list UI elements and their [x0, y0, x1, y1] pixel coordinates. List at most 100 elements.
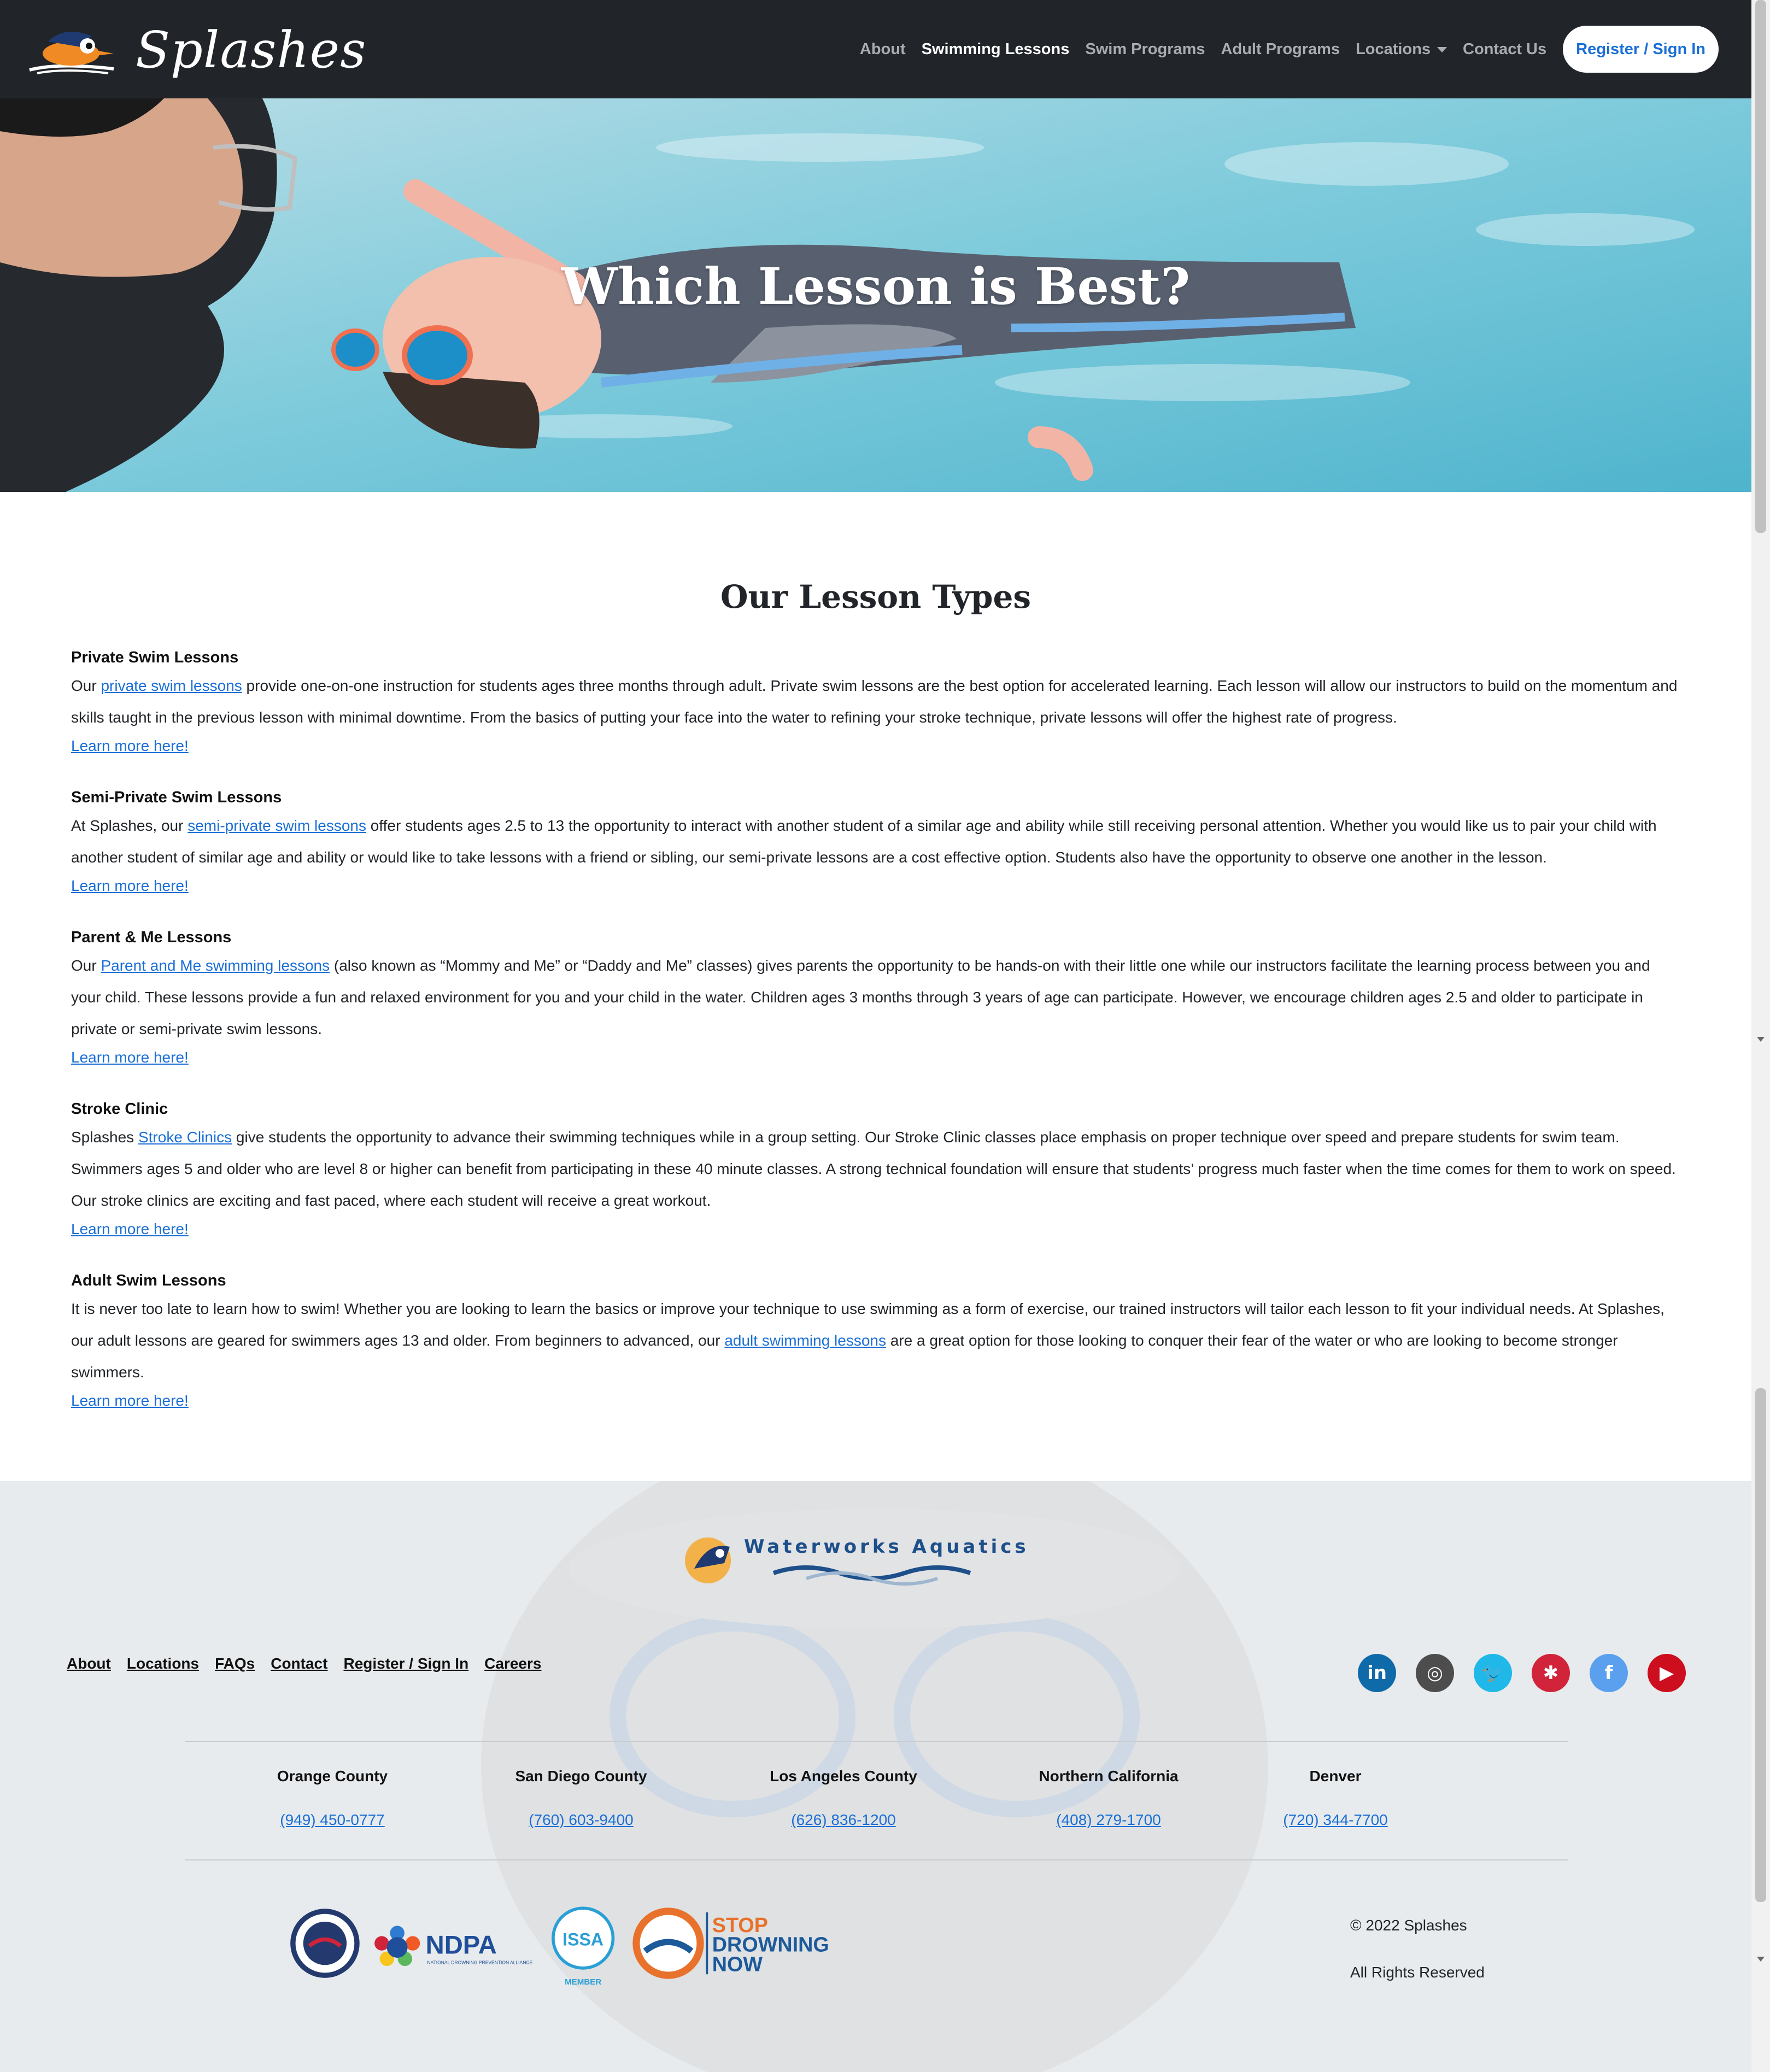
scrollbar-thumb[interactable] — [1755, 0, 1766, 533]
register-sign-in-button[interactable]: Register / Sign In — [1563, 26, 1719, 73]
facebook-icon[interactable]: f — [1590, 1654, 1628, 1692]
county-phone-link[interactable]: (626) 836-1200 — [764, 1809, 923, 1831]
learn-more-link[interactable]: Learn more here! — [71, 873, 1684, 899]
rights-text: All Rights Reserved — [1350, 1964, 1485, 1981]
lesson-description: Our private swim lessons provide one-on-… — [71, 670, 1684, 733]
county-orange: Orange County (949) 450-0777 — [272, 1765, 392, 1831]
lesson-inline-link[interactable]: semi-private swim lessons — [187, 817, 366, 834]
county-name: Orange County — [277, 1768, 388, 1785]
county-phone-link[interactable]: (720) 344-7700 — [1278, 1809, 1393, 1831]
youtube-icon[interactable]: ▶ — [1648, 1654, 1686, 1692]
footer-link-faqs[interactable]: FAQs — [215, 1655, 255, 1672]
lesson-text: Splashes — [71, 1129, 138, 1146]
now-text: NOW — [712, 1953, 763, 1976]
lesson-private: Private Swim Lessons Our private swim le… — [71, 645, 1684, 759]
county-phone-link[interactable]: (949) 450-0777 — [272, 1809, 392, 1831]
ndpa-subtext: NATIONAL DROWNING PREVENTION ALLIANCE — [427, 1959, 532, 1965]
hero-title: Which Lesson is Best? — [561, 257, 1191, 316]
divider — [185, 1859, 1568, 1860]
navbar: Splashes About Swimming Lessons Swim Pro… — [0, 0, 1751, 98]
footer-link-about[interactable]: About — [67, 1655, 111, 1672]
issa-member-text: MEMBER — [565, 1977, 601, 1987]
footer: Waterworks Aquatics About Locations FAQs… — [0, 1481, 1751, 2072]
county-denver: Denver (720) 344-7700 — [1278, 1765, 1393, 1831]
footer-link-locations[interactable]: Locations — [127, 1655, 199, 1672]
learn-more-link[interactable]: Learn more here! — [71, 1388, 1684, 1413]
lesson-title: Parent & Me Lessons — [71, 929, 232, 946]
nav-locations-dropdown[interactable]: Locations — [1356, 40, 1447, 58]
lesson-text: Our — [71, 677, 101, 694]
lesson-title: Adult Swim Lessons — [71, 1272, 226, 1289]
hero-banner: Which Lesson is Best? — [0, 98, 1751, 492]
linkedin-icon[interactable]: in — [1358, 1654, 1396, 1692]
learn-more-link[interactable]: Learn more here! — [71, 1217, 1684, 1242]
twitter-icon[interactable]: 🐦 — [1474, 1654, 1512, 1692]
scrollbar[interactable] — [1751, 0, 1770, 2072]
county-name: Denver — [1309, 1768, 1362, 1785]
nav-about[interactable]: About — [860, 40, 906, 58]
brand-name: Splashes — [136, 20, 367, 79]
lesson-text: give students the opportunity to advance… — [71, 1129, 1676, 1209]
lesson-stroke-clinic: Stroke Clinic Splashes Stroke Clinics gi… — [71, 1096, 1684, 1242]
county-phone-link[interactable]: (760) 603-9400 — [513, 1809, 649, 1831]
nav-swim-programs[interactable]: Swim Programs — [1085, 40, 1205, 58]
nav-adult-programs[interactable]: Adult Programs — [1221, 40, 1340, 58]
certification-badges: NDPA NATIONAL DROWNING PREVENTION ALLIAN… — [290, 1906, 829, 1987]
issa-text: ISSA — [562, 1929, 603, 1949]
chevron-down-icon — [1437, 46, 1447, 52]
page: Splashes About Swimming Lessons Swim Pro… — [0, 0, 1751, 2072]
section-title: Our Lesson Types — [720, 578, 1031, 616]
footer-link-careers[interactable]: Careers — [484, 1655, 541, 1672]
lesson-list: Private Swim Lessons Our private swim le… — [71, 645, 1684, 1440]
lesson-inline-link[interactable]: Parent and Me swimming lessons — [101, 957, 330, 974]
us-swim-school-association-badge — [290, 1909, 360, 1978]
nav-locations-label: Locations — [1356, 40, 1431, 58]
lesson-text: Our — [71, 957, 101, 974]
lesson-description: It is never too late to learn how to swi… — [71, 1293, 1684, 1388]
lesson-description: Splashes Stroke Clinics give students th… — [71, 1122, 1684, 1217]
lesson-semi-private: Semi-Private Swim Lessons At Splashes, o… — [71, 785, 1684, 899]
lesson-title: Semi-Private Swim Lessons — [71, 789, 282, 806]
lesson-text: At Splashes, our — [71, 817, 188, 834]
waterworks-aquatics-logo: Waterworks Aquatics — [681, 1530, 1063, 1590]
scroll-down-arrow-icon[interactable] — [1757, 1037, 1765, 1042]
nav-swimming-lessons[interactable]: Swimming Lessons — [922, 40, 1070, 58]
lesson-inline-link[interactable]: private swim lessons — [101, 677, 242, 694]
ndpa-badge: NDPA NATIONAL DROWNING PREVENTION ALLIAN… — [374, 1926, 532, 1967]
main-nav: About Swimming Lessons Swim Programs Adu… — [844, 25, 1719, 73]
lesson-parent-me: Parent & Me Lessons Our Parent and Me sw… — [71, 925, 1684, 1070]
penguin-mascot-icon — [29, 32, 114, 74]
copyright-block: © 2022 Splashes All Rights Reserved — [1350, 1902, 1485, 1996]
lesson-inline-link[interactable]: adult swimming lessons — [724, 1332, 886, 1349]
partner-logo-text: Waterworks Aquatics — [744, 1536, 1029, 1558]
instagram-icon[interactable]: ◎ — [1416, 1654, 1454, 1692]
lesson-text: provide one-on-one instruction for stude… — [71, 677, 1678, 726]
lesson-title: Stroke Clinic — [71, 1100, 168, 1118]
yelp-icon[interactable]: ✱ — [1532, 1654, 1570, 1692]
footer-link-register[interactable]: Register / Sign In — [343, 1655, 468, 1672]
county-los-angeles: Los Angeles County (626) 836-1200 — [764, 1765, 923, 1831]
county-phone-link[interactable]: (408) 279-1700 — [1032, 1809, 1185, 1831]
county-name: San Diego County — [515, 1768, 647, 1785]
nav-contact-us[interactable]: Contact Us — [1463, 40, 1546, 58]
social-links: in ◎ 🐦 ✱ f ▶ — [1338, 1654, 1686, 1692]
footer-link-contact[interactable]: Contact — [271, 1655, 327, 1672]
county-northern-california: Northern California (408) 279-1700 — [1032, 1765, 1185, 1831]
county-san-diego: San Diego County (760) 603-9400 — [513, 1765, 649, 1831]
learn-more-link[interactable]: Learn more here! — [71, 733, 1684, 759]
ndpa-text: NDPA — [426, 1930, 497, 1959]
lesson-inline-link[interactable]: Stroke Clinics — [138, 1129, 232, 1146]
issa-member-badge: ISSA MEMBER — [552, 1906, 615, 1987]
lesson-description: At Splashes, our semi-private swim lesso… — [71, 810, 1684, 873]
learn-more-link[interactable]: Learn more here! — [71, 1045, 1684, 1070]
lesson-title: Private Swim Lessons — [71, 649, 239, 666]
footer-links: About Locations FAQs Contact Register / … — [67, 1655, 557, 1672]
brand-logo[interactable]: Splashes — [26, 20, 366, 80]
lesson-adult: Adult Swim Lessons It is never too late … — [71, 1268, 1684, 1413]
scrollbar-thumb[interactable] — [1755, 1388, 1766, 1902]
county-name: Los Angeles County — [770, 1768, 917, 1785]
scroll-down-arrow-icon[interactable] — [1757, 1957, 1765, 1962]
lesson-description: Our Parent and Me swimming lessons (also… — [71, 950, 1684, 1045]
copyright-text: © 2022 Splashes — [1350, 1917, 1467, 1934]
stop-drowning-now-badge: STOP DROWNING NOW — [632, 1907, 829, 1979]
